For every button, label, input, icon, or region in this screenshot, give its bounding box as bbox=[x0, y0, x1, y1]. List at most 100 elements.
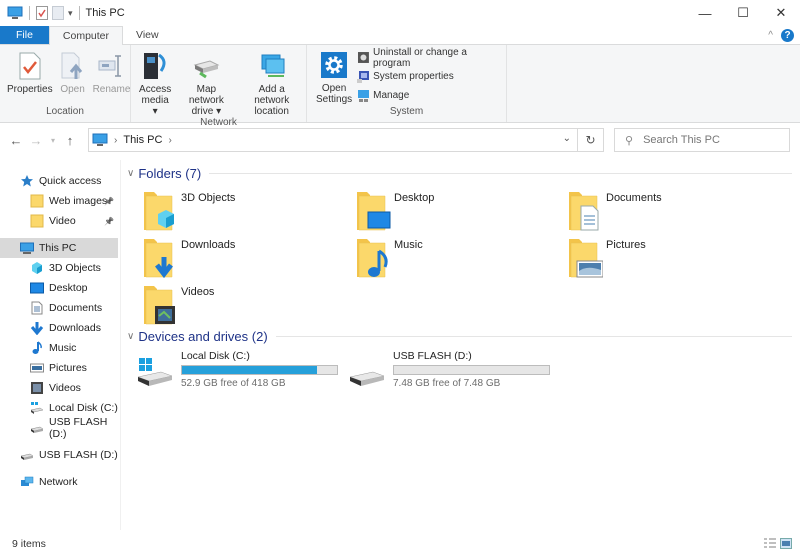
search-input[interactable]: ⚲ Search This PC bbox=[614, 128, 790, 152]
access-media-button[interactable]: Access media ▾ bbox=[135, 51, 175, 117]
properties-button[interactable]: Properties bbox=[4, 51, 56, 95]
search-placeholder: Search This PC bbox=[643, 134, 720, 146]
drives-section-header[interactable]: ∨ Devices and drives (2) bbox=[127, 329, 792, 344]
sidebar-item-web-images[interactable]: Web images 📌 bbox=[0, 191, 118, 211]
drives-header-label: Devices and drives (2) bbox=[138, 329, 268, 344]
address-dropdown-icon[interactable]: ⌄ bbox=[563, 133, 571, 144]
uninstall-program-button[interactable]: Uninstall or change a program bbox=[357, 47, 506, 69]
sidebar-item-local-disk-c[interactable]: Local Disk (C:) bbox=[0, 398, 118, 418]
large-icons-view-button[interactable] bbox=[780, 538, 792, 549]
map-network-drive-label: Map network bbox=[188, 84, 224, 106]
folder-videos[interactable]: Videos bbox=[125, 284, 325, 328]
group-label-system: System bbox=[389, 106, 424, 117]
up-button[interactable]: ↑ bbox=[60, 133, 80, 148]
manage-button[interactable]: Manage bbox=[357, 88, 506, 103]
drive-label: Local Disk (C:) bbox=[181, 350, 250, 362]
open-settings-label: Open bbox=[321, 83, 347, 94]
map-network-drive-button[interactable]: Map network drive ▾ bbox=[175, 51, 237, 117]
rename-icon bbox=[98, 55, 122, 77]
tab-view[interactable]: View bbox=[123, 26, 172, 44]
chevron-down-icon: ∨ bbox=[127, 331, 135, 342]
close-button[interactable]: ✕ bbox=[762, 0, 800, 26]
sidebar-item-desktop[interactable]: Desktop bbox=[0, 278, 118, 298]
drive-label: USB FLASH (D:) bbox=[393, 350, 472, 362]
settings-gear-icon bbox=[321, 52, 348, 78]
folder-documents[interactable]: Documents bbox=[550, 190, 750, 234]
sidebar-item-quick-access[interactable]: Quick access bbox=[0, 171, 118, 191]
picture-icon bbox=[30, 361, 44, 375]
videos-folder-icon bbox=[144, 286, 175, 325]
map-network-drive-label-2: drive ▾ bbox=[191, 106, 222, 117]
drive-usage-bar bbox=[393, 365, 550, 375]
navigation-pane: Quick access Web images 📌 Video 📌 This PC 3D O… bbox=[0, 160, 121, 530]
tab-file[interactable]: File bbox=[0, 26, 49, 44]
folder-pictures[interactable]: Pictures bbox=[550, 237, 750, 281]
maximize-button[interactable]: ☐ bbox=[724, 0, 762, 26]
sidebar-item-this-pc[interactable]: This PC bbox=[0, 238, 118, 258]
new-folder-qat-icon[interactable] bbox=[52, 6, 64, 20]
folder-music[interactable]: Music bbox=[338, 237, 538, 281]
system-properties-label: System properties bbox=[373, 71, 454, 82]
help-icon[interactable]: ? bbox=[781, 28, 794, 42]
network-icon bbox=[20, 475, 34, 489]
tab-computer[interactable]: Computer bbox=[48, 26, 124, 45]
group-label-location: Location bbox=[46, 106, 84, 117]
sidebar-item-usb-flash-d[interactable]: USB FLASH (D:) bbox=[0, 445, 118, 465]
open-settings-label-2: Settings bbox=[316, 94, 353, 105]
window-controls: — ☐ ✕ bbox=[686, 0, 800, 26]
sidebar-item-network[interactable]: Network bbox=[0, 472, 118, 492]
pictures-folder-icon bbox=[569, 239, 603, 278]
windows-drive-icon bbox=[137, 358, 173, 386]
collapse-ribbon-icon[interactable]: ^ bbox=[768, 30, 773, 41]
drive-local-disk-c[interactable]: Local Disk (C:) 52.9 GB free of 418 GB bbox=[125, 350, 340, 390]
address-bar[interactable]: › This PC › ⌄ bbox=[88, 128, 578, 152]
sidebar-item-label: Video bbox=[49, 215, 76, 227]
folder-3d-objects[interactable]: 3D Objects bbox=[125, 190, 325, 234]
recent-locations-dropdown[interactable]: ▾ bbox=[46, 136, 60, 145]
customize-qat-dropdown-icon[interactable]: ▾ bbox=[68, 8, 73, 19]
open-button[interactable]: Open bbox=[56, 51, 90, 95]
computer-icon bbox=[7, 6, 23, 19]
folder-label: Videos bbox=[181, 286, 215, 298]
open-settings-button[interactable]: Open Settings bbox=[313, 50, 355, 105]
sidebar-item-label: Pictures bbox=[49, 362, 87, 374]
sidebar-item-videos[interactable]: Videos bbox=[0, 378, 118, 398]
sidebar-item-3d-objects[interactable]: 3D Objects bbox=[0, 258, 118, 278]
sidebar-item-music[interactable]: Music bbox=[0, 338, 118, 358]
sidebar-item-label: USB FLASH (D:) bbox=[49, 416, 108, 440]
ribbon-group-network: Access media ▾ Map network drive ▾ Add a… bbox=[131, 45, 307, 128]
ribbon-tabs: File Computer View ^ ? bbox=[0, 26, 800, 45]
divider bbox=[209, 173, 792, 174]
back-button[interactable]: ← bbox=[6, 133, 26, 148]
details-view-button[interactable] bbox=[764, 538, 776, 549]
sidebar-item-label: USB FLASH (D:) bbox=[39, 449, 118, 461]
sidebar-item-pictures[interactable]: Pictures bbox=[0, 358, 118, 378]
sidebar-item-video[interactable]: Video 📌 bbox=[0, 211, 118, 231]
system-properties-button[interactable]: System properties bbox=[357, 69, 506, 84]
sidebar-item-documents[interactable]: Documents bbox=[0, 298, 118, 318]
pin-icon[interactable]: 📌 bbox=[104, 197, 114, 206]
properties-qat-icon[interactable] bbox=[36, 6, 48, 20]
pin-icon[interactable]: 📌 bbox=[104, 217, 114, 226]
add-network-location-button[interactable]: Add a network location bbox=[237, 51, 306, 117]
search-icon: ⚲ bbox=[625, 134, 634, 147]
title-bar: ▾ This PC — ☐ ✕ bbox=[0, 0, 800, 26]
folder-downloads[interactable]: Downloads bbox=[125, 237, 325, 281]
folder-label: Downloads bbox=[181, 239, 236, 251]
forward-button[interactable]: → bbox=[26, 133, 46, 148]
folder-icon bbox=[30, 214, 44, 228]
refresh-button[interactable]: ↻ bbox=[578, 128, 604, 152]
rename-label: Rename bbox=[92, 84, 131, 95]
rename-button[interactable]: Rename bbox=[90, 51, 134, 95]
sidebar-item-usb-flash-d[interactable]: USB FLASH (D:) bbox=[0, 416, 118, 440]
usb-drive-icon bbox=[30, 421, 44, 435]
folder-desktop[interactable]: Desktop bbox=[338, 190, 538, 234]
breadcrumb-chevron-icon[interactable]: › bbox=[114, 135, 117, 146]
breadcrumb-this-pc[interactable]: This PC bbox=[123, 134, 162, 146]
drive-usb-flash-d[interactable]: USB FLASH (D:) 7.48 GB free of 7.48 GB bbox=[337, 350, 552, 390]
minimize-button[interactable]: — bbox=[686, 0, 724, 26]
breadcrumb-chevron-icon[interactable]: › bbox=[168, 135, 171, 146]
local-disk-icon bbox=[30, 401, 44, 415]
sidebar-item-downloads[interactable]: Downloads bbox=[0, 318, 118, 338]
folders-section-header[interactable]: ∨ Folders (7) bbox=[127, 166, 792, 181]
